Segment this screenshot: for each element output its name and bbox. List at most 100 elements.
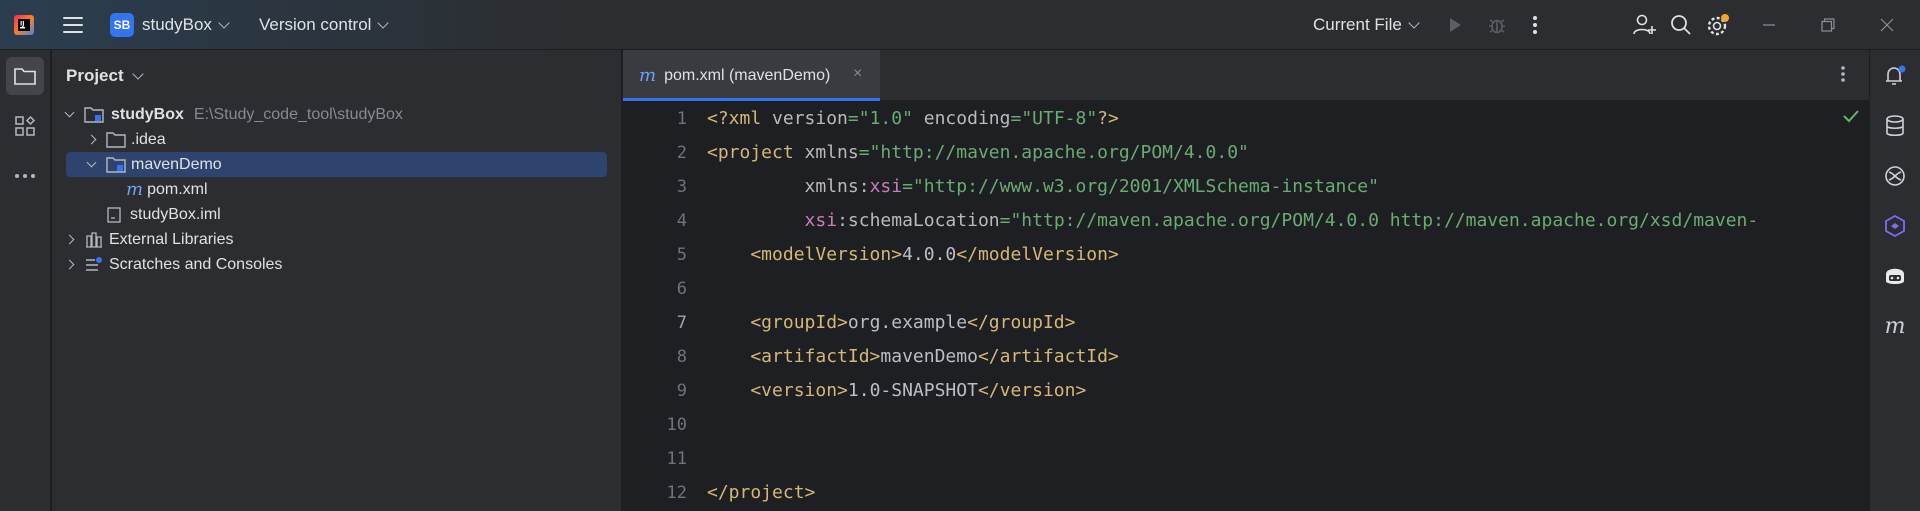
ai-chat-button[interactable]	[1877, 208, 1913, 244]
chevron-down-icon	[86, 157, 96, 168]
code-line: xsi:schemaLocation="http://maven.apache.…	[804, 210, 1759, 231]
version-control-label: Version control	[259, 15, 372, 34]
module-folder-icon	[106, 156, 126, 173]
settings-button[interactable]	[1706, 0, 1730, 50]
maven-icon: m	[1884, 313, 1906, 339]
chevron-right-icon	[64, 259, 74, 270]
project-name: studyBox	[142, 15, 212, 34]
module-folder-icon	[84, 106, 104, 123]
structure-tool-button[interactable]	[6, 107, 44, 145]
copilot-button[interactable]	[1877, 258, 1913, 294]
ai-spiral-icon	[1885, 166, 1905, 186]
restore-window-button[interactable]	[1821, 0, 1835, 50]
code-line-current: <groupId>org.example</groupId>	[707, 312, 1076, 333]
bell-icon	[1886, 65, 1906, 85]
run-configuration-selector[interactable]: Current File	[1313, 0, 1420, 50]
code-line: <version>1.0-SNAPSHOT</version>	[707, 380, 1087, 401]
intellij-logo-icon[interactable]: IJ	[10, 0, 38, 50]
tab-options-button[interactable]	[1840, 64, 1846, 89]
ai-assistant-button[interactable]	[1877, 158, 1913, 194]
tab-close-icon[interactable]: ×	[853, 65, 862, 83]
line-number: 3	[676, 177, 687, 197]
title-bar: IJ SB studyBox Version control Current F…	[0, 0, 1920, 50]
editor-tab-bar: m pom.xml (mavenDemo) ×	[623, 50, 1869, 101]
right-toolbar: m	[1869, 50, 1920, 511]
more-tool-windows-button[interactable]	[6, 157, 44, 195]
tree-item-label: .idea	[131, 130, 166, 148]
line-number: 2	[676, 143, 687, 163]
tree-item-studybox-iml[interactable]: studyBox.iml	[106, 202, 221, 227]
folder-icon	[106, 131, 126, 148]
code-line: </project>	[707, 482, 816, 503]
line-number-current: 7	[676, 313, 687, 333]
code-with-me-button[interactable]	[1633, 0, 1657, 50]
chevron-down-icon	[131, 68, 144, 80]
tree-item-scratches[interactable]: Scratches and Consoles	[62, 252, 282, 277]
project-switcher[interactable]: SB studyBox	[110, 0, 230, 50]
tree-item-idea[interactable]: .idea	[84, 127, 166, 152]
project-tool-button[interactable]	[6, 57, 44, 95]
tree-item-label: studyBox.iml	[130, 205, 221, 223]
tree-item-pom-xml[interactable]: m pom.xml	[126, 177, 208, 202]
chevron-down-icon	[377, 17, 390, 29]
tree-item-label: studyBox	[111, 105, 184, 123]
close-window-button[interactable]	[1880, 0, 1894, 50]
chevron-down-icon	[64, 107, 74, 118]
no-problems-check-icon[interactable]	[1843, 108, 1859, 128]
database-icon	[1886, 115, 1904, 137]
tree-item-external-libraries[interactable]: External Libraries	[62, 227, 234, 252]
search-everywhere-button[interactable]	[1670, 0, 1692, 50]
tab-pom-xml[interactable]: m pom.xml (mavenDemo) ×	[623, 50, 880, 101]
code-line: <?xml version="1.0" encoding="UTF-8"?>	[707, 108, 1119, 129]
code-line: <artifactId>mavenDemo</artifactId>	[707, 346, 1119, 367]
more-vertical-icon	[1841, 66, 1845, 82]
run-configuration-label: Current File	[1313, 15, 1402, 34]
copilot-icon	[1886, 268, 1904, 284]
line-number: 1	[676, 109, 687, 129]
code-line: <modelVersion>4.0.0</modelVersion>	[707, 244, 1119, 265]
maven-file-icon: m	[126, 179, 144, 200]
more-horizontal-icon	[15, 174, 35, 178]
line-number: 6	[676, 279, 687, 299]
notifications-button[interactable]	[1877, 58, 1913, 94]
gear-icon	[1707, 14, 1729, 36]
tree-item-label: pom.xml	[147, 180, 208, 198]
chevron-right-icon	[86, 134, 96, 145]
chevron-down-icon	[1408, 17, 1420, 29]
scratches-icon	[86, 256, 102, 271]
line-number-gutter: 1 2 3 4 5 6 7 8 9 10 11 12	[623, 102, 705, 511]
version-control-menu[interactable]: Version control	[259, 0, 390, 50]
database-button[interactable]	[1877, 108, 1913, 144]
code-line: xmlns:xsi="http://www.w3.org/2001/XMLSch…	[707, 176, 1379, 197]
structure-icon	[15, 115, 36, 136]
more-actions-button[interactable]	[1532, 0, 1538, 50]
project-panel: Project studyBox E:\Study_code_tool\stud…	[52, 50, 622, 511]
minimize-icon	[1763, 24, 1775, 26]
tree-item-studybox[interactable]: studyBox E:\Study_code_tool\studyBox	[62, 102, 403, 127]
run-button[interactable]	[1446, 0, 1464, 50]
iml-file-icon	[107, 206, 121, 223]
chevron-down-icon	[218, 17, 230, 29]
more-vertical-icon	[1533, 16, 1537, 34]
maven-tool-button[interactable]: m	[1877, 308, 1913, 344]
tree-item-label: mavenDemo	[131, 155, 222, 173]
restore-icon	[1821, 18, 1835, 32]
tree-item-label: External Libraries	[109, 230, 234, 248]
project-panel-header[interactable]: Project	[66, 66, 144, 86]
main-menu-button[interactable]	[60, 0, 86, 50]
play-icon	[1450, 18, 1461, 32]
library-icon	[86, 231, 102, 248]
project-panel-title: Project	[66, 66, 124, 85]
search-icon	[1671, 15, 1691, 35]
maven-file-icon: m	[639, 65, 657, 86]
chevron-right-icon	[64, 234, 74, 245]
tree-item-mavendemo[interactable]: mavenDemo	[84, 152, 222, 177]
minimize-window-button[interactable]	[1762, 0, 1776, 50]
code-line: <project xmlns="http://maven.apache.org/…	[707, 142, 1249, 163]
folder-icon	[14, 68, 36, 85]
debug-button[interactable]	[1487, 0, 1507, 50]
line-number: 8	[676, 347, 687, 367]
code-editor[interactable]: <?xml version="1.0" encoding="UTF-8"?> <…	[705, 102, 1869, 511]
project-path: E:\Study_code_tool\studyBox	[193, 105, 403, 123]
left-toolbar	[0, 50, 51, 511]
